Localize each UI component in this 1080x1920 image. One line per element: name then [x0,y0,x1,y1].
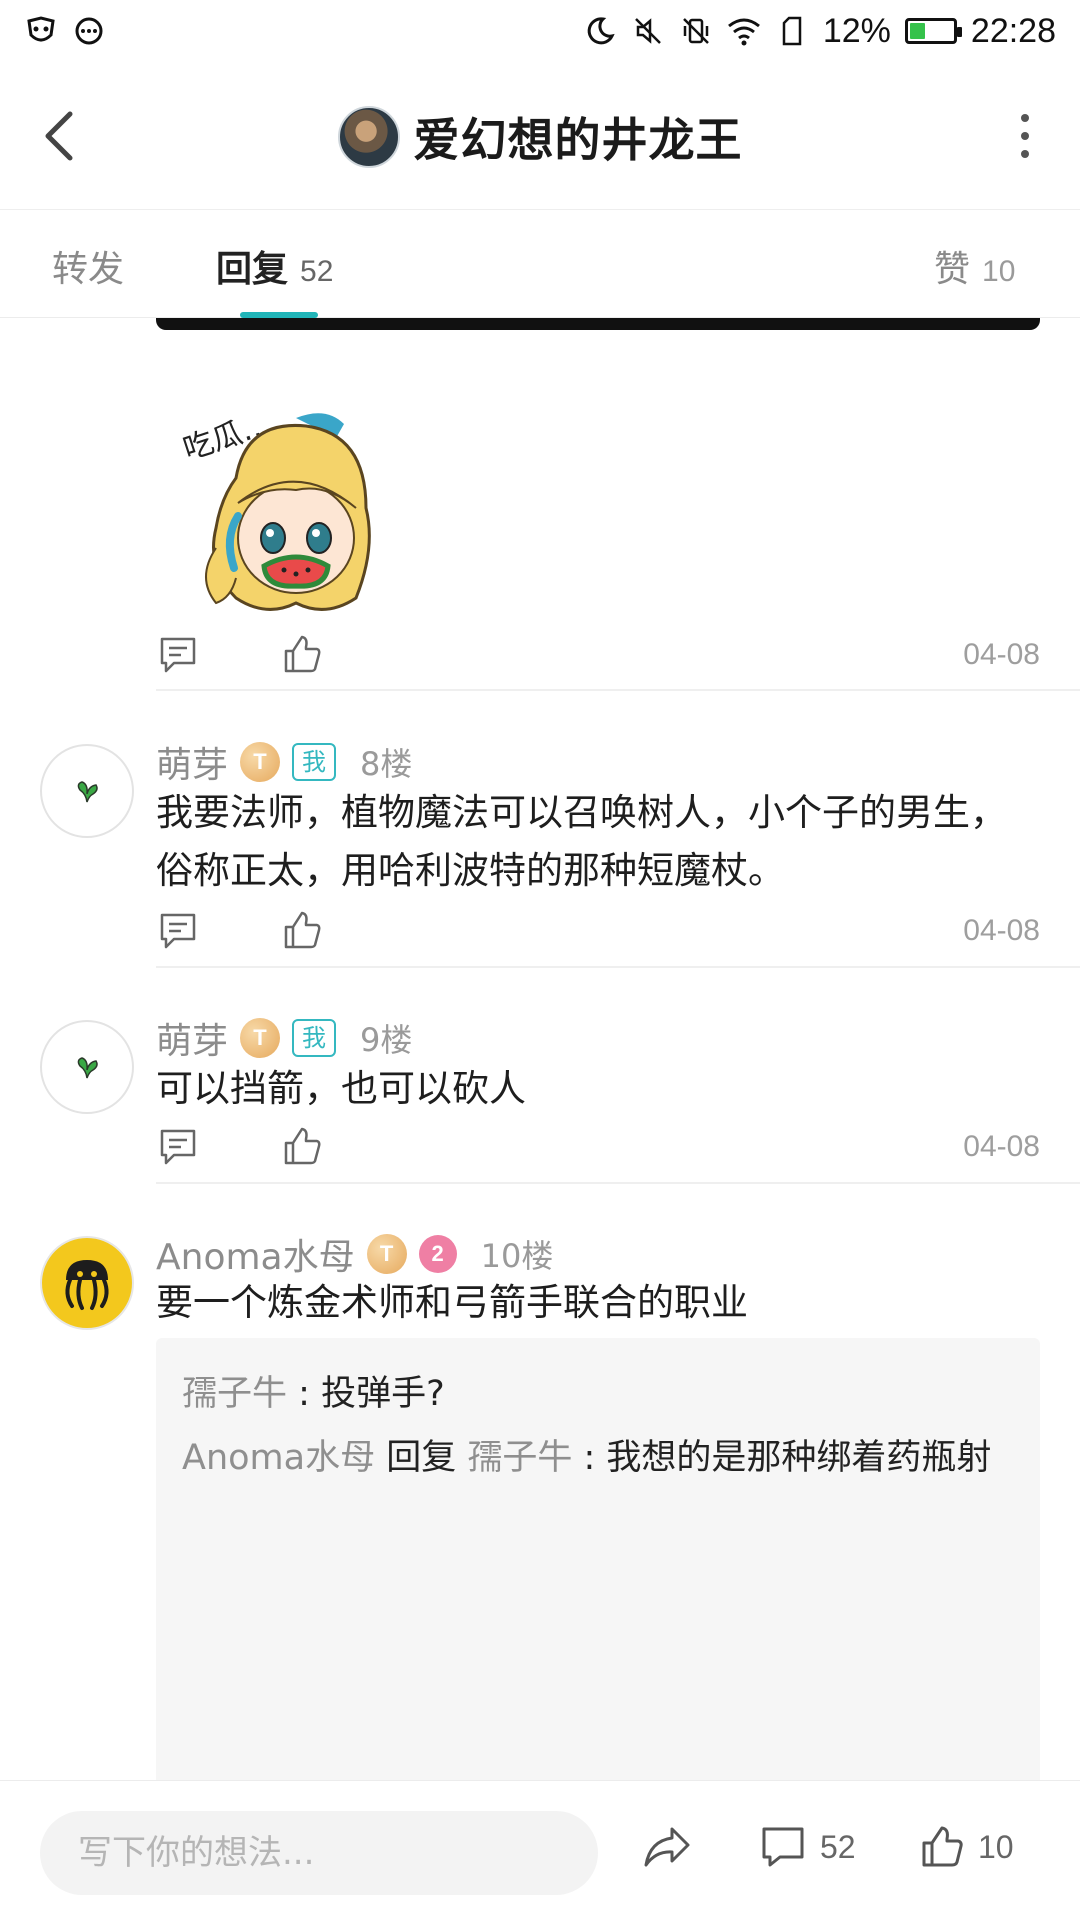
author-avatar[interactable] [337,106,400,168]
mute-icon [631,14,665,48]
level-badge: T [240,742,281,782]
comment-actions: 04-08 [156,630,1040,680]
me-tag: 我 [292,743,337,781]
comment-actions: 04-08 [156,906,1040,956]
rank-badge: 2 [418,1235,457,1273]
reply-author[interactable]: 孺子牛 [182,1374,287,1414]
divider [156,689,1080,691]
reply-author[interactable]: Anoma水母 [182,1438,375,1478]
more-dot-icon [1021,150,1029,158]
reply-separator: : [572,1438,607,1478]
reply-icon[interactable] [156,633,200,677]
more-options-button[interactable] [1016,114,1034,158]
tab-likes[interactable]: 赞 10 [934,240,1015,292]
sub-reply: Anoma水母 回复 孺子牛 : 我想的是那种绑着药瓶射 [182,1426,1014,1490]
comment-meta: 萌芽 T 我 8楼 [156,736,412,788]
battery-icon [904,18,962,44]
vibrate-off-icon [679,14,713,48]
floor-number: 8楼 [360,745,413,783]
comment-date: 04-08 [963,914,1040,947]
reply-icon[interactable] [156,909,200,953]
floor-number: 10楼 [480,1237,554,1275]
avatar[interactable] [40,1020,134,1114]
chat-bubble-icon [72,14,106,48]
tab-repost[interactable]: 转发 [52,240,124,292]
tab-replies[interactable]: 回复 52 [216,240,333,292]
divider [156,1182,1080,1184]
tab-label: 回复 [216,249,289,290]
page-title: 爱幻想的井龙王 [413,113,743,167]
like-count: 10 [978,1828,1014,1865]
comment-text: 可以挡箭，也可以砍人 [156,1067,526,1110]
comment-meta: Anoma水母 T 2 10楼 [156,1228,553,1280]
comment-actions: 04-08 [156,1122,1040,1172]
thumbs-up-icon[interactable] [280,909,324,953]
jellyfish-icon [65,1260,109,1310]
reply-text: 我想的是那种绑着药瓶射 [606,1438,992,1478]
sticker-image[interactable]: 吃瓜… [176,398,396,628]
battery-percent: 12% [822,11,891,50]
tab-count: 10 [982,255,1016,288]
comment-text: 我要法师，植物魔法可以召唤树人，小个子的男生，俗称正太，用哈利波特的那种短魔杖。 [156,791,1007,892]
reply-text: 投弹手? [321,1374,445,1414]
thumbs-up-icon [922,1826,963,1867]
me-tag: 我 [292,1019,337,1057]
avatar[interactable] [40,744,134,838]
reply-icon[interactable] [156,1125,200,1169]
wifi-icon [727,14,761,48]
sub-reply-box[interactable]: 孺子牛 : 投弹手? Anoma水母 回复 孺子牛 : 我想的是那种绑着药瓶射 [156,1338,1040,1780]
reply-verb: 回复 [375,1438,468,1478]
sprout-icon [77,781,98,803]
level-badge: T [240,1018,281,1058]
top-app-bar: 爱幻想的井龙王 [0,62,1080,210]
thumbs-up-icon[interactable] [280,1125,324,1169]
reply-separator: : [287,1374,322,1414]
comment-icon [762,1827,804,1867]
comment-date: 04-08 [963,638,1040,671]
comment-count-button[interactable]: 52 [760,1825,856,1869]
media-preview-edge [156,318,1040,330]
thumbs-up-icon[interactable] [280,633,324,677]
tab-bar: 转发 回复 52 赞 10 [0,210,1080,318]
moon-icon [583,14,617,48]
battery-level-fill [909,23,925,39]
like-count-button[interactable]: 10 [920,1825,1014,1869]
username[interactable]: Anoma水母 [156,1228,355,1280]
comment-input[interactable] [40,1811,598,1895]
tab-label: 转发 [52,249,125,290]
username[interactable]: 萌芽 [156,1012,228,1064]
tab-label: 赞 [934,249,971,290]
comment-meta: 萌芽 T 我 9楼 [156,1012,412,1064]
more-dot-icon [1021,114,1029,122]
username[interactable]: 萌芽 [156,736,228,788]
tab-count: 52 [300,255,334,288]
sprout-icon [77,1057,98,1079]
avatar[interactable] [40,1236,134,1330]
app-mask-icon [24,14,58,48]
share-button[interactable] [642,1825,692,1869]
reply-target[interactable]: 孺子牛 [467,1438,572,1478]
floor-number: 9楼 [360,1021,413,1059]
comment-count: 52 [820,1828,856,1865]
bottom-action-bar: 52 10 [0,1780,1080,1920]
status-bar: 12% 22:28 [0,0,1080,62]
level-badge: T [366,1234,407,1274]
share-icon [644,1827,690,1867]
sub-reply: 孺子牛 : 投弹手? [182,1362,1014,1426]
sim-icon [775,14,809,48]
page-title-group: 爱幻想的井龙王 [0,104,1080,170]
divider [156,966,1080,968]
comment-text: 要一个炼金术师和弓箭手联合的职业 [156,1281,748,1324]
more-dot-icon [1021,132,1029,140]
comment-date: 04-08 [963,1130,1040,1163]
clock: 22:28 [970,11,1056,50]
comment-list: 吃瓜… 04-08 萌芽 T 我 8楼 我要法师，植物魔法可以召唤树人，小个子的… [0,318,1080,1780]
